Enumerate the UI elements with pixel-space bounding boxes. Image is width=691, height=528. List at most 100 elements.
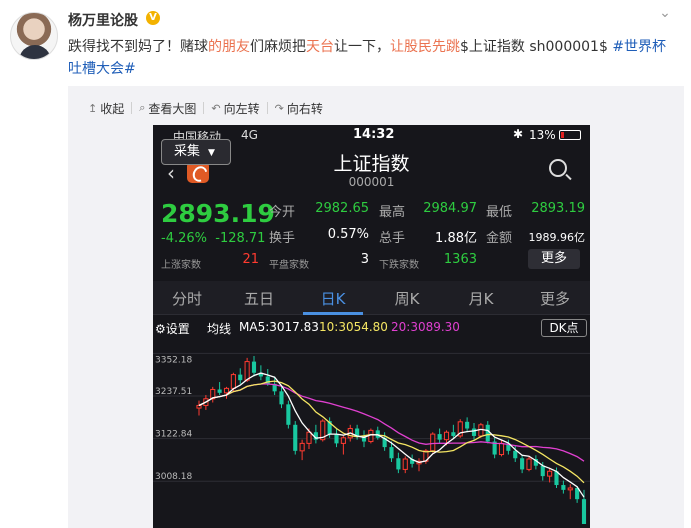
divider	[203, 102, 205, 114]
candle-body	[443, 431, 450, 441]
rotate-right-icon: ↷	[274, 101, 284, 115]
dk-point-button[interactable]: DK点	[541, 319, 587, 337]
candle-body	[251, 361, 257, 373]
period-tabs: 分时 五日 日K 周K 月K 更多	[153, 281, 590, 315]
search-icon[interactable]	[549, 159, 567, 177]
candle-body	[520, 458, 525, 470]
candle-body	[299, 442, 305, 452]
collapse-button[interactable]: ↥ 收起	[88, 100, 124, 117]
post-link[interactable]: 天台	[306, 39, 334, 55]
candle-body	[217, 389, 222, 393]
image-toolbar: ↥ 收起 ⌕ 查看大图 ↶ 向左转 ↷ 向右转	[88, 100, 323, 116]
candle-body	[485, 424, 490, 442]
flat-count-label: 平盘家数	[269, 260, 309, 271]
post-text-segment: 让一下，	[334, 39, 390, 55]
turnover-value: 0.57%	[327, 227, 369, 242]
candle-body	[526, 458, 532, 470]
page-title: 上证指数	[333, 153, 410, 175]
rotate-left-icon: ↶	[211, 101, 221, 115]
high-value: 2984.97	[423, 201, 477, 216]
flat-count: 3	[360, 252, 369, 267]
candle-body	[451, 432, 456, 436]
stock-code: 000001	[348, 175, 395, 189]
bluetooth-icon: ✱	[513, 127, 524, 141]
tab-3[interactable]: 周K	[377, 288, 437, 309]
volume-value: 1.88亿	[435, 231, 477, 246]
battery-level: 13%	[529, 128, 556, 142]
y-tick-label: 3237.51	[155, 387, 192, 397]
chevron-down-icon[interactable]: ⌄	[655, 6, 675, 20]
candle-body	[498, 442, 505, 456]
y-tick-label: 3352.18	[155, 355, 192, 365]
open-value: 2982.65	[315, 201, 369, 216]
tab-1[interactable]: 五日	[229, 288, 289, 309]
candlestick-svg: 3352.18 3237.51 3122.84 3008.18	[153, 352, 590, 524]
divider	[266, 102, 268, 114]
volume-label: 总手	[379, 231, 406, 246]
candle-body	[230, 374, 236, 389]
ma20-value: 20:3089.30	[391, 320, 460, 334]
low-label: 最低	[486, 205, 513, 220]
post-link[interactable]: 让股民先跳	[390, 39, 460, 55]
phone-screenshot[interactable]: 中国移动 4G 14:32 ✱ 13% ‹ 采集 ▼ 上证指数 000001 28…	[153, 125, 590, 528]
candle-body	[238, 374, 243, 381]
verified-badge-icon: V	[146, 11, 160, 25]
post-text: 跌得找不到妈了！赌球的朋友们麻烦把天台让一下，让股民先跳$上证指数 sh0000…	[68, 36, 678, 80]
rotate-right-button[interactable]: ↷ 向右转	[275, 100, 323, 117]
candle-body	[513, 450, 518, 459]
candle-body	[389, 447, 394, 459]
rotate-left-label: 向左转	[223, 101, 260, 116]
high-label: 最高	[379, 205, 406, 220]
price-change: -4.26% -128.71	[161, 231, 265, 246]
candle-body	[561, 485, 566, 490]
divider	[131, 102, 133, 114]
y-tick-label: 3122.84	[155, 430, 192, 440]
candle-body	[286, 404, 291, 425]
candle-body	[293, 424, 298, 451]
weibo-post-page: 杨万里论股 V ⌄ 跌得找不到妈了！赌球的朋友们麻烦把天台让一下，让股民先跳$上…	[0, 0, 691, 528]
candle-body	[279, 391, 284, 405]
change-percent: -4.26%	[161, 231, 207, 246]
down-count: 1363	[443, 252, 477, 267]
candle-body	[430, 433, 436, 452]
ma5-value: MA5:3017.83	[239, 320, 319, 334]
settings-button[interactable]: ⚙设置	[155, 320, 190, 337]
view-large-button[interactable]: ⌕ 查看大图	[139, 100, 196, 117]
tab-4[interactable]: 月K	[451, 288, 511, 309]
up-count-label: 上涨家数	[161, 260, 201, 271]
post-text-segment: 们麻烦把	[250, 39, 306, 55]
amount-value: 1989.96亿	[528, 231, 586, 244]
y-tick-label: 3008.18	[155, 472, 192, 482]
candle-body	[334, 434, 339, 444]
ma10-value: 10:3054.80	[319, 320, 388, 334]
candle-body	[196, 404, 202, 409]
candle-body	[547, 470, 553, 477]
candle-body	[540, 465, 545, 477]
low-value: 2893.19	[531, 201, 585, 216]
post-link[interactable]: 的朋友	[208, 39, 250, 55]
current-price: 2893.19	[161, 199, 275, 228]
turnover-label: 换手	[269, 231, 296, 246]
tab-0[interactable]: 分时	[157, 288, 217, 309]
avatar[interactable]	[10, 12, 58, 60]
more-quotes-button[interactable]: 更多	[528, 249, 580, 269]
view-large-label: 查看大图	[148, 101, 197, 116]
tab-5[interactable]: 更多	[525, 288, 585, 309]
chart-control-bar: ⚙设置 均线 MA5:3017.83 10:3054.80 20:3089.30…	[153, 317, 590, 339]
tab-2[interactable]: 日K	[303, 288, 363, 309]
post-text-segment: 跌得找不到妈了！赌球	[68, 39, 208, 55]
candle-body	[340, 437, 346, 444]
change-absolute: -128.71	[215, 231, 266, 246]
candlestick-chart[interactable]: 3352.18 3237.51 3122.84 3008.18	[153, 339, 590, 528]
username[interactable]: 杨万里论股	[68, 10, 138, 30]
battery-icon	[559, 130, 581, 140]
collapse-label: 收起	[100, 101, 125, 116]
search-icon: ⌕	[139, 101, 146, 114]
candle-body	[306, 431, 312, 444]
candle-body	[581, 499, 587, 524]
rotate-left-button[interactable]: ↶ 向左转	[211, 100, 259, 117]
candle-body	[375, 430, 380, 438]
active-tab-indicator	[303, 312, 363, 315]
candle-body	[567, 487, 573, 491]
network: 4G	[241, 128, 258, 142]
